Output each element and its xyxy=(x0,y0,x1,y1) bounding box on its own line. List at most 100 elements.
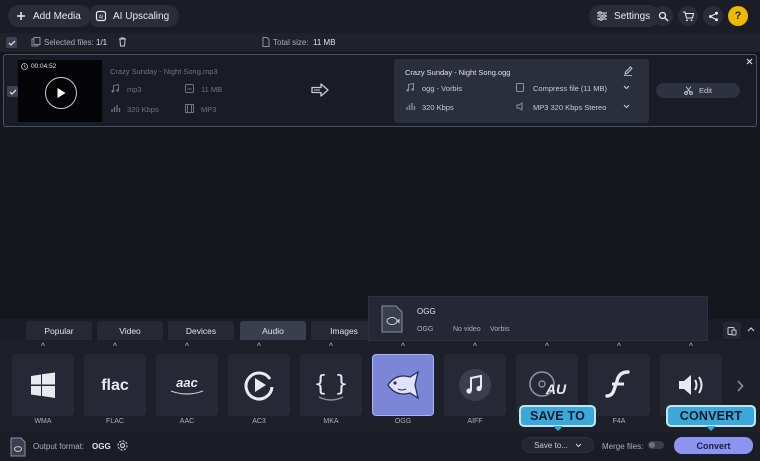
scissors-icon xyxy=(684,86,693,95)
music-note-icon xyxy=(444,354,506,416)
convert-callout-label: CONVERT xyxy=(679,409,743,423)
target-bitrate: 320 Kbps xyxy=(422,103,454,112)
compress-dropdown[interactable]: Compress file (11 MB) xyxy=(533,84,607,93)
merge-files-toggle[interactable] xyxy=(648,441,664,449)
document-icon xyxy=(262,37,270,47)
sliders-icon xyxy=(595,9,609,23)
preset-dropdown[interactable]: MP3 320 Kbps Stereo xyxy=(533,103,606,112)
svg-text:{ }: { } xyxy=(315,372,347,397)
popup-title: OGG xyxy=(417,307,436,316)
chevron-down-icon[interactable] xyxy=(623,104,630,109)
clock-icon xyxy=(21,63,28,70)
add-media-label: Add Media xyxy=(33,10,81,22)
format-item-ogg[interactable]: ^ OGG xyxy=(372,341,434,432)
format-item-wma[interactable]: ^ WMA xyxy=(12,341,74,432)
chevron-up-icon[interactable]: ^ xyxy=(372,341,434,351)
format-item-f4a[interactable]: ^ F4A xyxy=(588,341,650,432)
source-filename: Crazy Sunday - Night Song.mp3 xyxy=(110,67,218,76)
tab-label: Audio xyxy=(262,325,284,336)
media-thumbnail[interactable]: 00:04:52 xyxy=(18,60,102,122)
format-item-ac3[interactable]: ^ AC3 xyxy=(228,341,290,432)
chevron-up-icon[interactable] xyxy=(747,327,755,332)
chevron-up-icon[interactable]: ^ xyxy=(12,341,74,351)
chevron-up-icon[interactable]: ^ xyxy=(228,341,290,351)
save-to-dropdown[interactable]: Save to... xyxy=(522,437,594,453)
edit-button[interactable]: Edit xyxy=(656,83,740,98)
chevron-up-icon[interactable]: ^ xyxy=(588,341,650,351)
play-icon xyxy=(57,88,66,98)
convert-arrow-icon xyxy=(311,83,329,97)
popup-video: No video xyxy=(453,326,481,333)
chevron-down-icon[interactable] xyxy=(623,85,630,90)
format-item-mka[interactable]: ^ { } MKA xyxy=(300,341,362,432)
cart-button[interactable] xyxy=(678,6,698,26)
format-grid: ^ WMA ^ flac FLAC ^ aac AAC ^ AC3 ^ { } … xyxy=(0,341,760,432)
tab-popular[interactable]: Popular xyxy=(26,321,92,340)
help-button[interactable]: ? xyxy=(728,6,748,26)
chevron-right-icon[interactable] xyxy=(736,380,744,392)
ogg-file-icon xyxy=(381,305,403,333)
share-icon xyxy=(708,11,718,21)
format-label: WMA xyxy=(34,418,52,425)
svg-text:aac: aac xyxy=(176,375,198,390)
chevron-up-icon[interactable]: ^ xyxy=(300,341,362,351)
ai-upscaling-button[interactable]: AI AI Upscaling xyxy=(88,5,180,27)
source-size: 11 MB xyxy=(201,85,223,94)
total-size-value: 11 MB xyxy=(313,38,336,47)
tab-label: Video xyxy=(119,325,141,336)
gear-icon[interactable] xyxy=(116,439,129,452)
output-file-icon xyxy=(10,437,26,457)
music-note-icon xyxy=(406,83,414,92)
select-all-checkbox[interactable] xyxy=(6,37,17,48)
storage-icon xyxy=(516,83,524,92)
source-format: mp3 xyxy=(127,85,142,94)
format-item-aac[interactable]: ^ aac AAC xyxy=(156,341,218,432)
format-label: AC3 xyxy=(252,418,266,425)
settings-label: Settings xyxy=(614,10,651,22)
search-icon xyxy=(658,11,668,21)
search-button[interactable] xyxy=(653,6,673,26)
tab-label: Popular xyxy=(44,325,74,336)
files-icon xyxy=(31,37,41,47)
chevron-up-icon[interactable]: ^ xyxy=(660,341,722,351)
format-item-aiff[interactable]: ^ AIFF xyxy=(444,341,506,432)
settings-button[interactable]: Settings xyxy=(589,5,661,27)
format-item-flac[interactable]: ^ flac FLAC xyxy=(84,341,146,432)
tab-label: Images xyxy=(330,325,358,336)
total-size-label: Total size: xyxy=(273,38,309,47)
ac3-icon xyxy=(228,354,290,416)
close-icon[interactable] xyxy=(746,58,753,65)
windows-icon xyxy=(12,354,74,416)
selected-files-label: Selected files: xyxy=(44,38,94,47)
chevron-up-icon[interactable]: ^ xyxy=(84,341,146,351)
chevron-up-icon[interactable]: ^ xyxy=(516,341,578,351)
play-button[interactable] xyxy=(45,77,77,109)
convert-label: Convert xyxy=(696,440,731,451)
music-note-icon xyxy=(111,84,119,93)
save-to-label: Save to... xyxy=(534,440,568,450)
ogg-fish-icon xyxy=(372,354,434,416)
format-label: OGG xyxy=(394,418,412,425)
trash-icon[interactable] xyxy=(118,37,127,47)
chevron-up-icon[interactable]: ^ xyxy=(156,341,218,351)
duration-text: 00:04:52 xyxy=(31,63,57,70)
svg-text:flac: flac xyxy=(101,377,129,394)
tab-audio[interactable]: Audio xyxy=(240,321,306,340)
pencil-icon[interactable] xyxy=(623,66,633,76)
tab-devices[interactable]: Devices xyxy=(168,321,234,340)
target-codec: ogg - Vorbis xyxy=(422,84,463,93)
add-media-button[interactable]: Add Media xyxy=(8,5,91,27)
tab-label: Devices xyxy=(185,325,217,336)
format-view-button[interactable] xyxy=(723,322,741,339)
tab-video[interactable]: Video xyxy=(97,321,163,340)
file-checkbox[interactable] xyxy=(7,86,18,97)
ai-upscaling-label: AI Upscaling xyxy=(113,10,170,22)
aac-icon: aac xyxy=(156,354,218,416)
share-button[interactable] xyxy=(703,6,723,26)
chevron-up-icon[interactable]: ^ xyxy=(444,341,506,351)
ai-chip-icon: AI xyxy=(94,9,108,23)
convert-callout: CONVERT xyxy=(666,405,756,431)
format-label: F4A xyxy=(612,418,626,425)
convert-button[interactable]: Convert xyxy=(674,437,753,454)
selection-info-bar: Selected files: 1/1 Total size: 11 MB xyxy=(0,33,760,52)
